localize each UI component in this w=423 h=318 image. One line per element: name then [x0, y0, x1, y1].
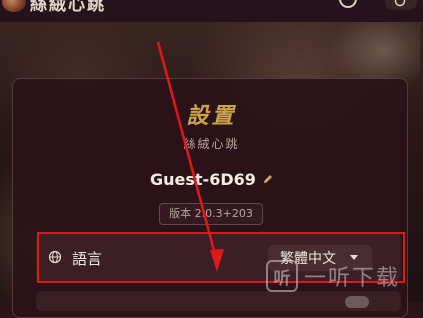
- watermark: 听 一听下载: [266, 256, 400, 296]
- watermark-text: 一听下载: [304, 266, 401, 291]
- watermark-logo: 听: [266, 260, 298, 292]
